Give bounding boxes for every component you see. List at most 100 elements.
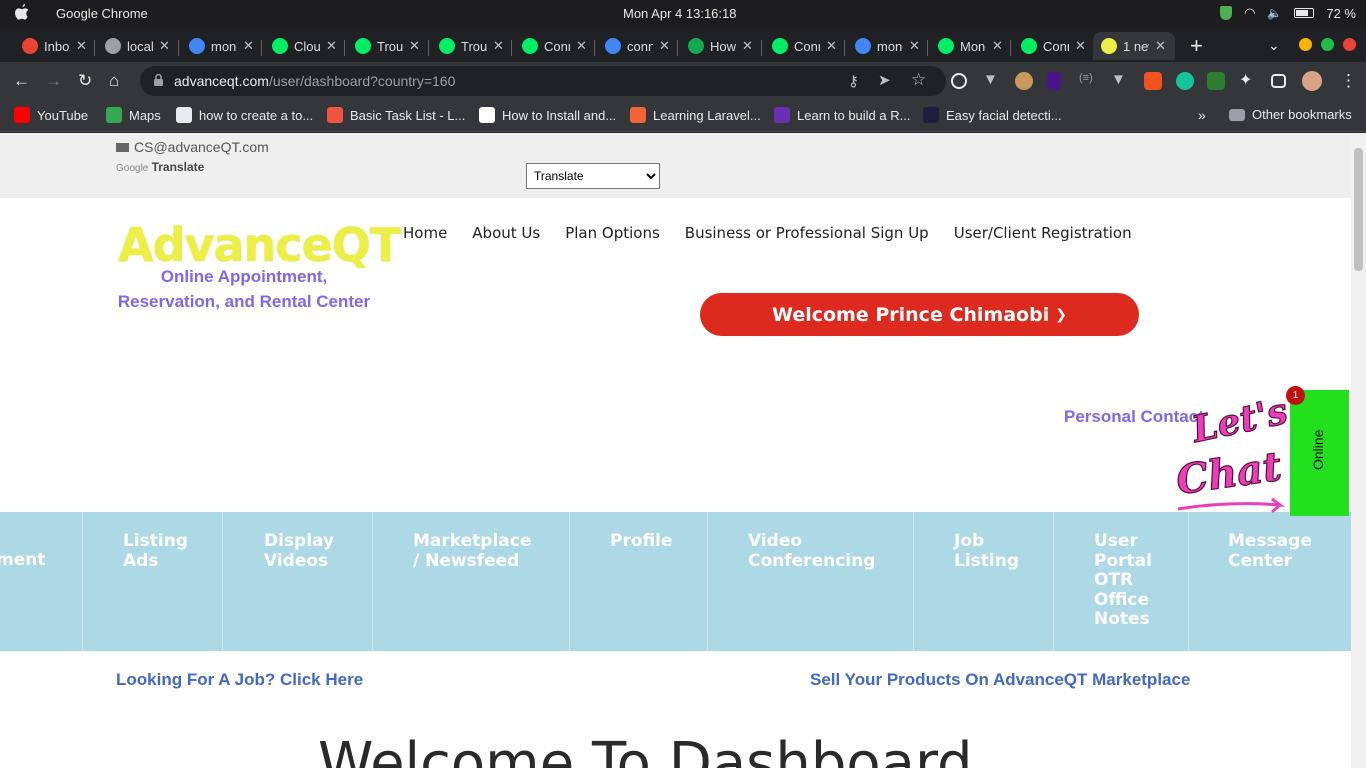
address-bar[interactable]: advanceqt.com/user/dashboard?country=160…: [140, 66, 946, 96]
minimize-window-button[interactable]: [1299, 38, 1312, 51]
browser-tab[interactable]: Mongo ✕: [930, 32, 1012, 60]
browser-tab[interactable]: Connect ✕: [1013, 32, 1095, 60]
chat-online-tab[interactable]: Online: [1290, 390, 1349, 516]
reload-icon[interactable]: ↻: [78, 71, 92, 91]
close-window-button[interactable]: [1343, 38, 1356, 51]
browser-tab[interactable]: mongoose ✕: [847, 32, 929, 60]
close-tab-icon[interactable]: ✕: [576, 38, 587, 54]
browser-tab[interactable]: Trouble ✕: [347, 32, 429, 60]
menu-item-listing-ads[interactable]: Listing Ads: [83, 512, 223, 651]
lets-chat-widget-icon[interactable]: Let's Chat: [1168, 383, 1292, 519]
close-tab-icon[interactable]: ✕: [1075, 38, 1086, 54]
site-logo[interactable]: AdvanceQT: [118, 218, 401, 272]
apple-icon[interactable]: [14, 4, 30, 22]
menubar-clock[interactable]: Mon Apr 4 13:16:18: [623, 6, 736, 21]
nav-plan-options[interactable]: Plan Options: [565, 224, 660, 242]
menu-item-user-portal[interactable]: User Portal OTR Office Notes: [1054, 512, 1189, 651]
menu-item-job-listing[interactable]: Job Listing: [914, 512, 1054, 651]
browser-tab[interactable]: connect ✕: [597, 32, 679, 60]
browser-tab[interactable]: Connect ✕: [764, 32, 846, 60]
chrome-menu-icon[interactable]: ⋮: [1340, 71, 1357, 91]
vue-devtools-2-icon[interactable]: ▼: [1111, 71, 1129, 89]
more-bookmarks-chevron-icon[interactable]: »: [1198, 107, 1206, 123]
menu-item-partial[interactable]: ment: [0, 512, 83, 651]
extensions-puzzle-icon[interactable]: ✦: [1239, 70, 1257, 89]
wifi-icon[interactable]: ◠: [1244, 5, 1255, 21]
menu-item-profile[interactable]: Profile: [570, 512, 708, 651]
nav-home[interactable]: Home: [403, 224, 447, 242]
nav-user-registration[interactable]: User/Client Registration: [954, 224, 1132, 242]
bookmark-item[interactable]: Basic Task List - L...: [327, 107, 465, 123]
bookmark-label: Learn to build a R...: [797, 107, 911, 123]
beta-extension-icon[interactable]: [1207, 72, 1225, 90]
close-tab-icon[interactable]: ✕: [992, 38, 1003, 54]
side-panel-icon[interactable]: [1271, 74, 1286, 88]
close-tab-icon[interactable]: ✕: [243, 38, 254, 54]
menu-item-marketplace[interactable]: Marketplace / Newsfeed: [373, 512, 570, 651]
marketplace-link[interactable]: Sell Your Products On AdvanceQT Marketpl…: [810, 670, 1190, 690]
browser-tab[interactable]: Inbox ✕: [14, 32, 96, 60]
close-tab-icon[interactable]: ✕: [159, 38, 170, 54]
menu-item-display-videos[interactable]: Display Videos: [223, 512, 373, 651]
bookmark-item[interactable]: Learn to build a R...: [774, 107, 910, 123]
home-icon[interactable]: ⌂: [109, 71, 119, 91]
close-tab-icon[interactable]: ✕: [409, 38, 420, 54]
browser-tab[interactable]: Cloud ✕: [264, 32, 346, 60]
bookmark-item[interactable]: Maps: [106, 107, 161, 123]
job-link[interactable]: Looking For A Job? Click Here: [116, 670, 363, 690]
tab-search-chevron-icon[interactable]: ⌄: [1268, 37, 1280, 54]
bookmark-label: Maps: [129, 107, 161, 123]
ubersuggest-extension-icon[interactable]: [1144, 72, 1162, 90]
bookmark-star-icon[interactable]: ☆: [911, 70, 926, 90]
bookmark-item[interactable]: how to create a to...: [176, 107, 313, 123]
browser-tab[interactable]: Trouble ✕: [431, 32, 513, 60]
close-tab-icon[interactable]: ✕: [1155, 38, 1166, 54]
react-devtools-icon[interactable]: [951, 73, 967, 89]
profile-avatar[interactable]: [1302, 71, 1322, 91]
bookmark-item[interactable]: Learning Laravel...: [630, 107, 761, 123]
close-tab-icon[interactable]: ✕: [826, 38, 837, 54]
close-tab-icon[interactable]: ✕: [493, 38, 504, 54]
close-tab-icon[interactable]: ✕: [76, 38, 87, 54]
browser-tab[interactable]: How ✕: [680, 32, 762, 60]
grammarly-icon[interactable]: [1176, 72, 1194, 90]
welcome-user-dropdown[interactable]: Welcome Prince Chimaobi ❯: [700, 293, 1139, 336]
scrollbar-thumb[interactable]: [1354, 148, 1363, 271]
close-tab-icon[interactable]: ✕: [659, 38, 670, 54]
nav-business-signup[interactable]: Business or Professional Sign Up: [685, 224, 929, 242]
code-extension-icon[interactable]: (≡): [1079, 72, 1097, 90]
menu-item-message-center[interactable]: Message Center: [1189, 512, 1351, 651]
active-app-name[interactable]: Google Chrome: [56, 6, 148, 21]
shield-icon[interactable]: [1220, 6, 1233, 20]
contact-email[interactable]: CS@advanceQT.com: [116, 139, 269, 155]
page-scrollbar[interactable]: [1351, 133, 1366, 768]
back-arrow-icon[interactable]: ←: [13, 71, 30, 91]
bookmark-item[interactable]: Easy facial detecti...: [923, 107, 1062, 123]
key-icon[interactable]: ⚷: [848, 72, 859, 90]
new-tab-button[interactable]: +: [1190, 33, 1203, 59]
browser-tab[interactable]: mongodb ✕: [181, 32, 263, 60]
close-tab-icon[interactable]: ✕: [909, 38, 920, 54]
url-text[interactable]: advanceqt.com/user/dashboard?country=160: [174, 73, 455, 89]
volume-icon[interactable]: 🔈: [1267, 6, 1282, 20]
browser-tab[interactable]: localhost ✕: [97, 32, 179, 60]
maximize-window-button[interactable]: [1321, 38, 1334, 51]
forward-arrow-icon[interactable]: →: [45, 71, 62, 91]
browser-tab[interactable]: 1 new ✕: [1093, 32, 1175, 60]
other-bookmarks[interactable]: Other bookmarks: [1229, 107, 1352, 122]
cursor-extension-icon[interactable]: [1047, 72, 1061, 90]
tab-title: Cloud: [294, 38, 320, 54]
browser-tab[interactable]: Connect ✕: [514, 32, 596, 60]
vue-devtools-icon[interactable]: ▼: [983, 71, 1001, 89]
bookmark-item[interactable]: YouTube: [14, 107, 88, 123]
lock-icon[interactable]: [154, 74, 163, 86]
menu-item-video-conferencing[interactable]: Video Conferencing: [708, 512, 914, 651]
battery-icon[interactable]: [1294, 8, 1315, 18]
close-tab-icon[interactable]: ✕: [742, 38, 753, 54]
bookmark-item[interactable]: How to Install and...: [479, 107, 616, 123]
send-icon[interactable]: ➤: [878, 71, 891, 89]
close-tab-icon[interactable]: ✕: [326, 38, 337, 54]
translate-select[interactable]: Translate: [526, 163, 660, 189]
owl-extension-icon[interactable]: [1015, 72, 1033, 90]
nav-about-us[interactable]: About Us: [472, 224, 540, 242]
